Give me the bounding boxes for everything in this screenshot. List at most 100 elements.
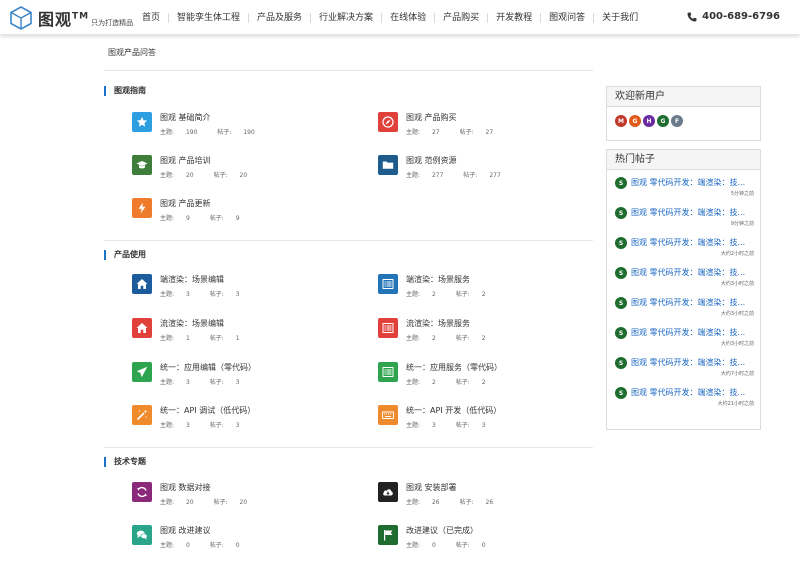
avatar[interactable]: F [671, 115, 683, 127]
avatar[interactable]: G [657, 115, 669, 127]
send-icon [132, 362, 152, 382]
hot-post-item[interactable]: S 图观 零代码开发：端渲染：技... 大约21小时之前 [607, 380, 760, 410]
hot-post-title[interactable]: 图观 零代码开发：端渲染：技... [631, 267, 745, 278]
nav-item-qa[interactable]: 图观问答 [541, 12, 595, 23]
panel-title: 热门帖子 [607, 150, 760, 170]
divider [104, 70, 593, 71]
forum-title[interactable]: 端渲染：场景编辑 [160, 274, 224, 285]
nav-item-home[interactable]: 首页 [134, 12, 170, 23]
forum-item[interactable]: 图观 产品购买 主题: 27 帖子: 27 [378, 110, 608, 140]
hot-post-item[interactable]: S 图观 零代码开发：端渲染：技... 5分钟之前 [607, 170, 760, 200]
avatar[interactable]: G [629, 115, 641, 127]
home-icon [132, 318, 152, 338]
forum-item[interactable]: 流渲染：场景编辑 主题: 1 帖子: 1 [132, 316, 362, 346]
hot-post-item[interactable]: S 图观 零代码开发：端渲染：技... 大约7小时之前 [607, 350, 760, 380]
forum-item[interactable]: 流渲染：场景服务 主题: 2 帖子: 2 [378, 316, 608, 346]
forum-title[interactable]: 图观 产品培训 [160, 155, 211, 166]
graduation-cap-icon [132, 155, 152, 175]
hot-post-item[interactable]: S 图观 零代码开发：端渲染：技... 大约2小时之前 [607, 230, 760, 260]
forum-item[interactable]: 统一：API 调试（低代码） 主题: 3 帖子: 3 [132, 403, 362, 433]
hot-post-item[interactable]: S 图观 零代码开发：端渲染：技... 9分钟之前 [607, 200, 760, 230]
forum-item[interactable]: 统一：应用服务（零代码） 主题: 2 帖子: 2 [378, 360, 608, 390]
hot-post-item[interactable]: S 图观 零代码开发：端渲染：技... 大约3小时之前 [607, 290, 760, 320]
forum-title[interactable]: 图观 基础简介 [160, 112, 211, 123]
forum-item[interactable]: 端渲染：场景编辑 主题: 3 帖子: 3 [132, 272, 362, 302]
forum-item[interactable]: 改进建议（已完成） 主题: 0 帖子: 0 [378, 523, 608, 553]
forum-title[interactable]: 统一：应用编辑（零代码） [160, 362, 256, 373]
forum-item[interactable]: 图观 产品更新 主题: 9 帖子: 9 [132, 196, 362, 226]
nav-item-about[interactable]: 关于我们 [594, 13, 646, 23]
forum-stats: 主题: 26 帖子: 26 [406, 499, 494, 506]
new-user-avatars: M G H G F [607, 107, 760, 127]
nav-item-solutions[interactable]: 行业解决方案 [311, 12, 383, 23]
forum-title[interactable]: 图观 安装部署 [406, 482, 457, 493]
main-nav: 首页 智能孪生体工程 产品及服务 行业解决方案 在线体验 产品购买 开发教程 图… [134, 0, 646, 35]
forum-title[interactable]: 端渲染：场景服务 [406, 274, 470, 285]
hot-post-title[interactable]: 图观 零代码开发：端渲染：技... [631, 207, 745, 218]
forum-title[interactable]: 流渲染：场景服务 [406, 318, 470, 329]
breadcrumb[interactable]: 图观产品问答 [108, 47, 156, 58]
flag-icon [378, 525, 398, 545]
hot-post-time: 大约2小时之前 [720, 251, 754, 257]
forum-title[interactable]: 图观 数据对接 [160, 482, 211, 493]
post-badge: S [615, 237, 627, 249]
forum-stats: 主题: 3 帖子: 3 [160, 422, 240, 429]
logo-slogan: 只为打造精品 [91, 19, 134, 27]
phone-number: 400-689-6796 [687, 11, 780, 22]
forum-item[interactable]: 统一：API 开发（低代码） 主题: 3 帖子: 3 [378, 403, 608, 433]
hot-post-title[interactable]: 图观 零代码开发：端渲染：技... [631, 177, 745, 188]
forum-title[interactable]: 图观 产品购买 [406, 112, 457, 123]
hot-post-time: 大约3小时之前 [720, 281, 754, 287]
star-icon [132, 112, 152, 132]
forum-title[interactable]: 图观 范例资源 [406, 155, 457, 166]
post-badge: S [615, 267, 627, 279]
forum-title[interactable]: 统一：API 调试（低代码） [160, 405, 255, 416]
hot-post-title[interactable]: 图观 零代码开发：端渲染：技... [631, 387, 745, 398]
forum-item[interactable]: 端渲染：场景服务 主题: 2 帖子: 2 [378, 272, 608, 302]
list-icon [378, 362, 398, 382]
hot-post-title[interactable]: 图观 零代码开发：端渲染：技... [631, 237, 745, 248]
forum-item[interactable]: 图观 改进建议 主题: 0 帖子: 0 [132, 523, 362, 553]
forum-item[interactable]: 图观 安装部署 主题: 26 帖子: 26 [378, 480, 608, 510]
avatar[interactable]: M [615, 115, 627, 127]
forum-stats: 主题: 3 帖子: 3 [406, 422, 486, 429]
forum-stats: 主题: 2 帖子: 2 [406, 335, 486, 342]
cloud-download-icon [378, 482, 398, 502]
forum-item[interactable]: 图观 范例资源 主题: 277 帖子: 277 [378, 153, 608, 183]
forum-item[interactable]: 图观 数据对接 主题: 20 帖子: 20 [132, 480, 362, 510]
post-badge: S [615, 387, 627, 399]
forum-item[interactable]: 图观 产品培训 主题: 20 帖子: 20 [132, 153, 362, 183]
nav-item-tutorials[interactable]: 开发教程 [488, 12, 542, 23]
logo[interactable]: 图观TM 只为打造精品 [8, 5, 133, 31]
nav-item-purchase[interactable]: 产品购买 [435, 12, 489, 23]
hot-post-item[interactable]: S 图观 零代码开发：端渲染：技... 大约3小时之前 [607, 260, 760, 290]
new-users-panel: 欢迎新用户 M G H G F [606, 86, 761, 141]
nav-item-products[interactable]: 产品及服务 [249, 12, 312, 23]
forum-title[interactable]: 统一：API 开发（低代码） [406, 405, 501, 416]
post-badge: S [615, 357, 627, 369]
logo-cube-icon [10, 6, 32, 30]
list-icon [378, 274, 398, 294]
nav-item-online-demo[interactable]: 在线体验 [382, 12, 436, 23]
divider [104, 240, 593, 241]
forum-stats: 主题: 2 帖子: 2 [406, 291, 486, 298]
forum-title[interactable]: 图观 产品更新 [160, 198, 211, 209]
forum-item[interactable]: 图观 基础简介 主题: 190 帖子: 190 [132, 110, 362, 140]
phone-icon [687, 12, 697, 22]
avatar[interactable]: H [643, 115, 655, 127]
forum-title[interactable]: 改进建议（已完成） [406, 525, 478, 536]
forum-stats: 主题: 20 帖子: 20 [160, 172, 248, 179]
hot-post-title[interactable]: 图观 零代码开发：端渲染：技... [631, 297, 745, 308]
nav-item-twin-engineering[interactable]: 智能孪生体工程 [169, 12, 250, 23]
hot-post-title[interactable]: 图观 零代码开发：端渲染：技... [631, 327, 745, 338]
bolt-icon [132, 198, 152, 218]
forum-title[interactable]: 流渲染：场景编辑 [160, 318, 224, 329]
forum-stats: 主题: 0 帖子: 0 [406, 542, 486, 549]
forum-stats: 主题: 190 帖子: 190 [160, 129, 255, 136]
forum-title[interactable]: 图观 改进建议 [160, 525, 211, 536]
hot-post-item[interactable]: S 图观 零代码开发：端渲染：技... 大约3小时之前 [607, 320, 760, 350]
hot-post-title[interactable]: 图观 零代码开发：端渲染：技... [631, 357, 745, 368]
forum-title[interactable]: 统一：应用服务（零代码） [406, 362, 502, 373]
list-icon [378, 318, 398, 338]
forum-item[interactable]: 统一：应用编辑（零代码） 主题: 3 帖子: 3 [132, 360, 362, 390]
